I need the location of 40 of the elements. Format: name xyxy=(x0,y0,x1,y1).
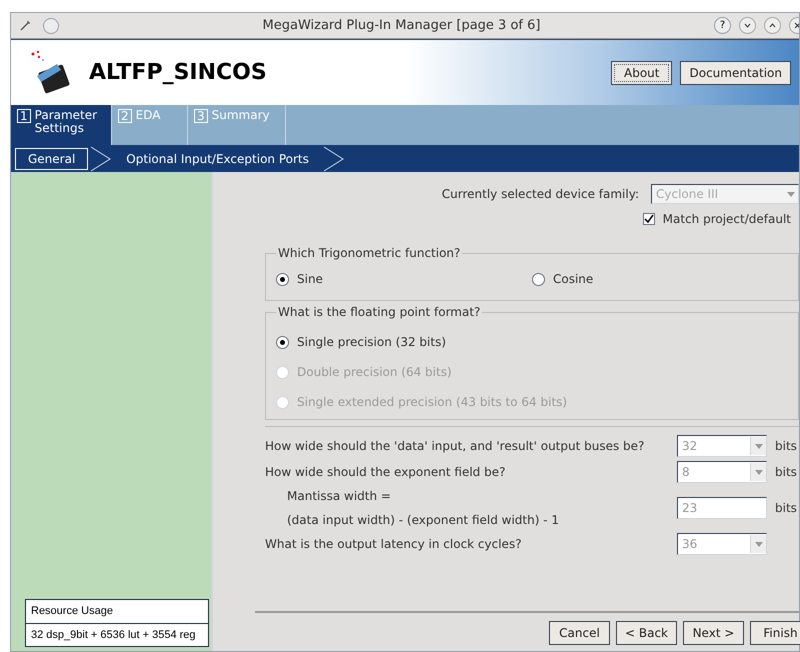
wizard-button[interactable]: < Back xyxy=(616,621,677,645)
chevron-right-icon xyxy=(322,146,345,172)
maximize-icon[interactable] xyxy=(764,17,781,34)
help-button[interactable]: ? xyxy=(714,17,731,34)
wizard-tab[interactable]: 1 Parameter Settings xyxy=(11,105,112,145)
radio-label: Double precision (64 bits) xyxy=(297,364,452,381)
page-tab[interactable]: General xyxy=(15,148,88,170)
unit-label: bits xyxy=(774,438,798,455)
component-title: ALTFP_SINCOS xyxy=(89,59,267,87)
table-cell-text: 32 dsp_9bit + 6536 lut + 3554 reg xyxy=(30,628,197,642)
checkbox[interactable] xyxy=(642,213,655,225)
unit-label: bits xyxy=(774,464,798,481)
radio-button[interactable] xyxy=(276,336,289,348)
minimize-icon[interactable] xyxy=(739,17,756,34)
dropdown-arrow-icon xyxy=(787,192,795,196)
setting-label: (data input width) - (exponent field width) - 1 xyxy=(287,512,560,529)
setting-label: How wide should the exponent field be? xyxy=(265,464,506,481)
radio-label: Single precision (32 bits) xyxy=(297,334,446,351)
page-tab[interactable]: Optional Input/Exception Ports xyxy=(114,148,321,170)
device-family-label: Currently selected device family: xyxy=(442,186,639,203)
wizard-button[interactable]: Next > xyxy=(683,621,744,645)
setting-label: How wide should the 'data' input, and 'result' output buses be? xyxy=(265,438,646,455)
wizard-button[interactable]: Cancel xyxy=(549,621,610,645)
table-header: Resource Usage xyxy=(26,600,208,624)
unit-label: bits xyxy=(774,500,798,517)
checkbox-label: Match project/default xyxy=(662,211,791,228)
documentation-button[interactable]: Documentation xyxy=(680,60,791,84)
about-button[interactable]: About xyxy=(611,60,672,84)
group-title: What is the floating point format? xyxy=(277,304,482,321)
close-icon[interactable] xyxy=(789,17,799,34)
setting-label: Mantissa width = xyxy=(287,488,392,505)
setting-label: What is the output latency in clock cycles? xyxy=(265,536,523,553)
radio-label: Single extended precision (43 bits to 64 bits) xyxy=(297,394,568,411)
radio-label: Cosine xyxy=(553,271,594,288)
window-title: MegaWizard Plug-In Manager [page 3 of 6] xyxy=(262,16,542,35)
radio-button[interactable] xyxy=(532,272,545,286)
wizard-button[interactable]: Finish xyxy=(750,621,800,645)
group-title: Which Trigonometric function? xyxy=(277,245,462,262)
radio-button[interactable] xyxy=(276,272,289,286)
radio-label: Sine xyxy=(297,271,323,288)
